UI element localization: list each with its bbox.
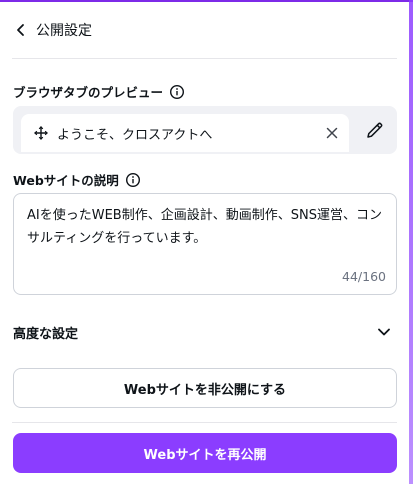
browser-tab-preview: ようこそ、クロスアクトへ	[13, 106, 397, 154]
browser-tab: ようこそ、クロスアクトへ	[21, 114, 349, 152]
republish-website-button[interactable]: Webサイトを再公開	[13, 433, 397, 473]
page-title: 公開設定	[36, 23, 92, 39]
advanced-settings-label: 高度な設定	[13, 326, 79, 342]
panel-edge	[409, 0, 413, 484]
info-icon[interactable]	[169, 84, 185, 100]
info-icon[interactable]	[125, 172, 141, 188]
character-counter: 44/160	[342, 269, 386, 284]
tab-title: ようこそ、クロスアクトへ	[57, 127, 213, 143]
pencil-icon[interactable]	[365, 120, 385, 140]
close-icon[interactable]	[323, 124, 341, 142]
description-textarea[interactable]: AIを使ったWEB制作、企画設計、動画制作、SNS運営、コンサルティングを行って…	[13, 193, 397, 295]
top-accent-bar	[0, 0, 413, 2]
unpublish-website-button[interactable]: Webサイトを非公開にする	[13, 368, 397, 408]
header-divider	[12, 58, 397, 59]
chevron-down-icon	[375, 323, 393, 341]
button-divider	[12, 422, 397, 423]
chevron-left-icon	[12, 21, 30, 39]
tab-preview-label: ブラウザタブのプレビュー	[13, 85, 164, 100]
publish-settings-panel: 公開設定 ブラウザタブのプレビュー ようこそ、クロスアクトへ Webサイトの説明…	[0, 0, 413, 484]
move-icon	[33, 125, 49, 141]
description-label: Webサイトの説明	[13, 173, 119, 188]
advanced-settings-toggle[interactable]: 高度な設定	[13, 320, 397, 344]
description-value: AIを使ったWEB制作、企画設計、動画制作、SNS運営、コンサルティングを行って…	[27, 208, 382, 246]
tab-preview-label-row: ブラウザタブのプレビュー	[13, 82, 185, 101]
description-label-row: Webサイトの説明	[13, 170, 141, 189]
back-button[interactable]: 公開設定	[12, 17, 92, 43]
